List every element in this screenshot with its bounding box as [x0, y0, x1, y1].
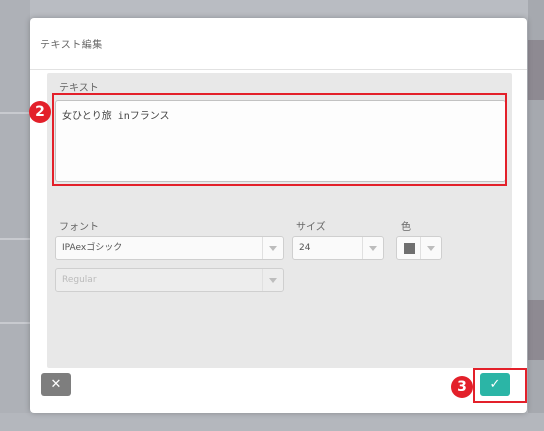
chevron-down-icon	[262, 237, 283, 259]
background-divider	[0, 112, 30, 114]
background-thumbnail	[528, 40, 544, 100]
background-divider	[0, 238, 30, 240]
text-label: テキスト	[59, 83, 99, 94]
background-bottom-bar	[0, 413, 544, 431]
chevron-down-icon	[362, 237, 383, 259]
annotation-step-badge: 2	[29, 101, 51, 123]
annotation-highlight-text	[52, 93, 507, 186]
color-label: 色	[401, 222, 411, 233]
text-edit-dialog: テキスト編集 テキスト フォント サイズ 色 IPAexゴシック 24 Regu…	[30, 18, 527, 413]
background-left-panel	[0, 0, 30, 431]
color-swatch	[404, 243, 415, 254]
font-select-value: IPAexゴシック	[62, 243, 123, 253]
size-label: サイズ	[296, 222, 326, 233]
annotation-highlight-confirm	[473, 368, 527, 403]
chevron-down-icon	[420, 237, 441, 259]
cancel-button[interactable]: ✕	[41, 373, 71, 396]
background-thumbnail	[528, 300, 544, 360]
font-weight-select[interactable]: Regular	[55, 268, 284, 292]
dialog-title: テキスト編集	[40, 40, 103, 51]
background-divider	[0, 322, 30, 324]
color-picker[interactable]	[396, 236, 442, 260]
annotation-step-badge: 3	[451, 376, 473, 398]
font-weight-select-value: Regular	[62, 275, 97, 285]
dialog-header: テキスト編集	[30, 18, 527, 70]
size-select[interactable]: 24	[292, 236, 384, 260]
size-select-value: 24	[299, 243, 311, 253]
font-select[interactable]: IPAexゴシック	[55, 236, 284, 260]
font-label: フォント	[59, 222, 99, 233]
chevron-down-icon	[262, 269, 283, 291]
close-icon: ✕	[50, 377, 62, 392]
